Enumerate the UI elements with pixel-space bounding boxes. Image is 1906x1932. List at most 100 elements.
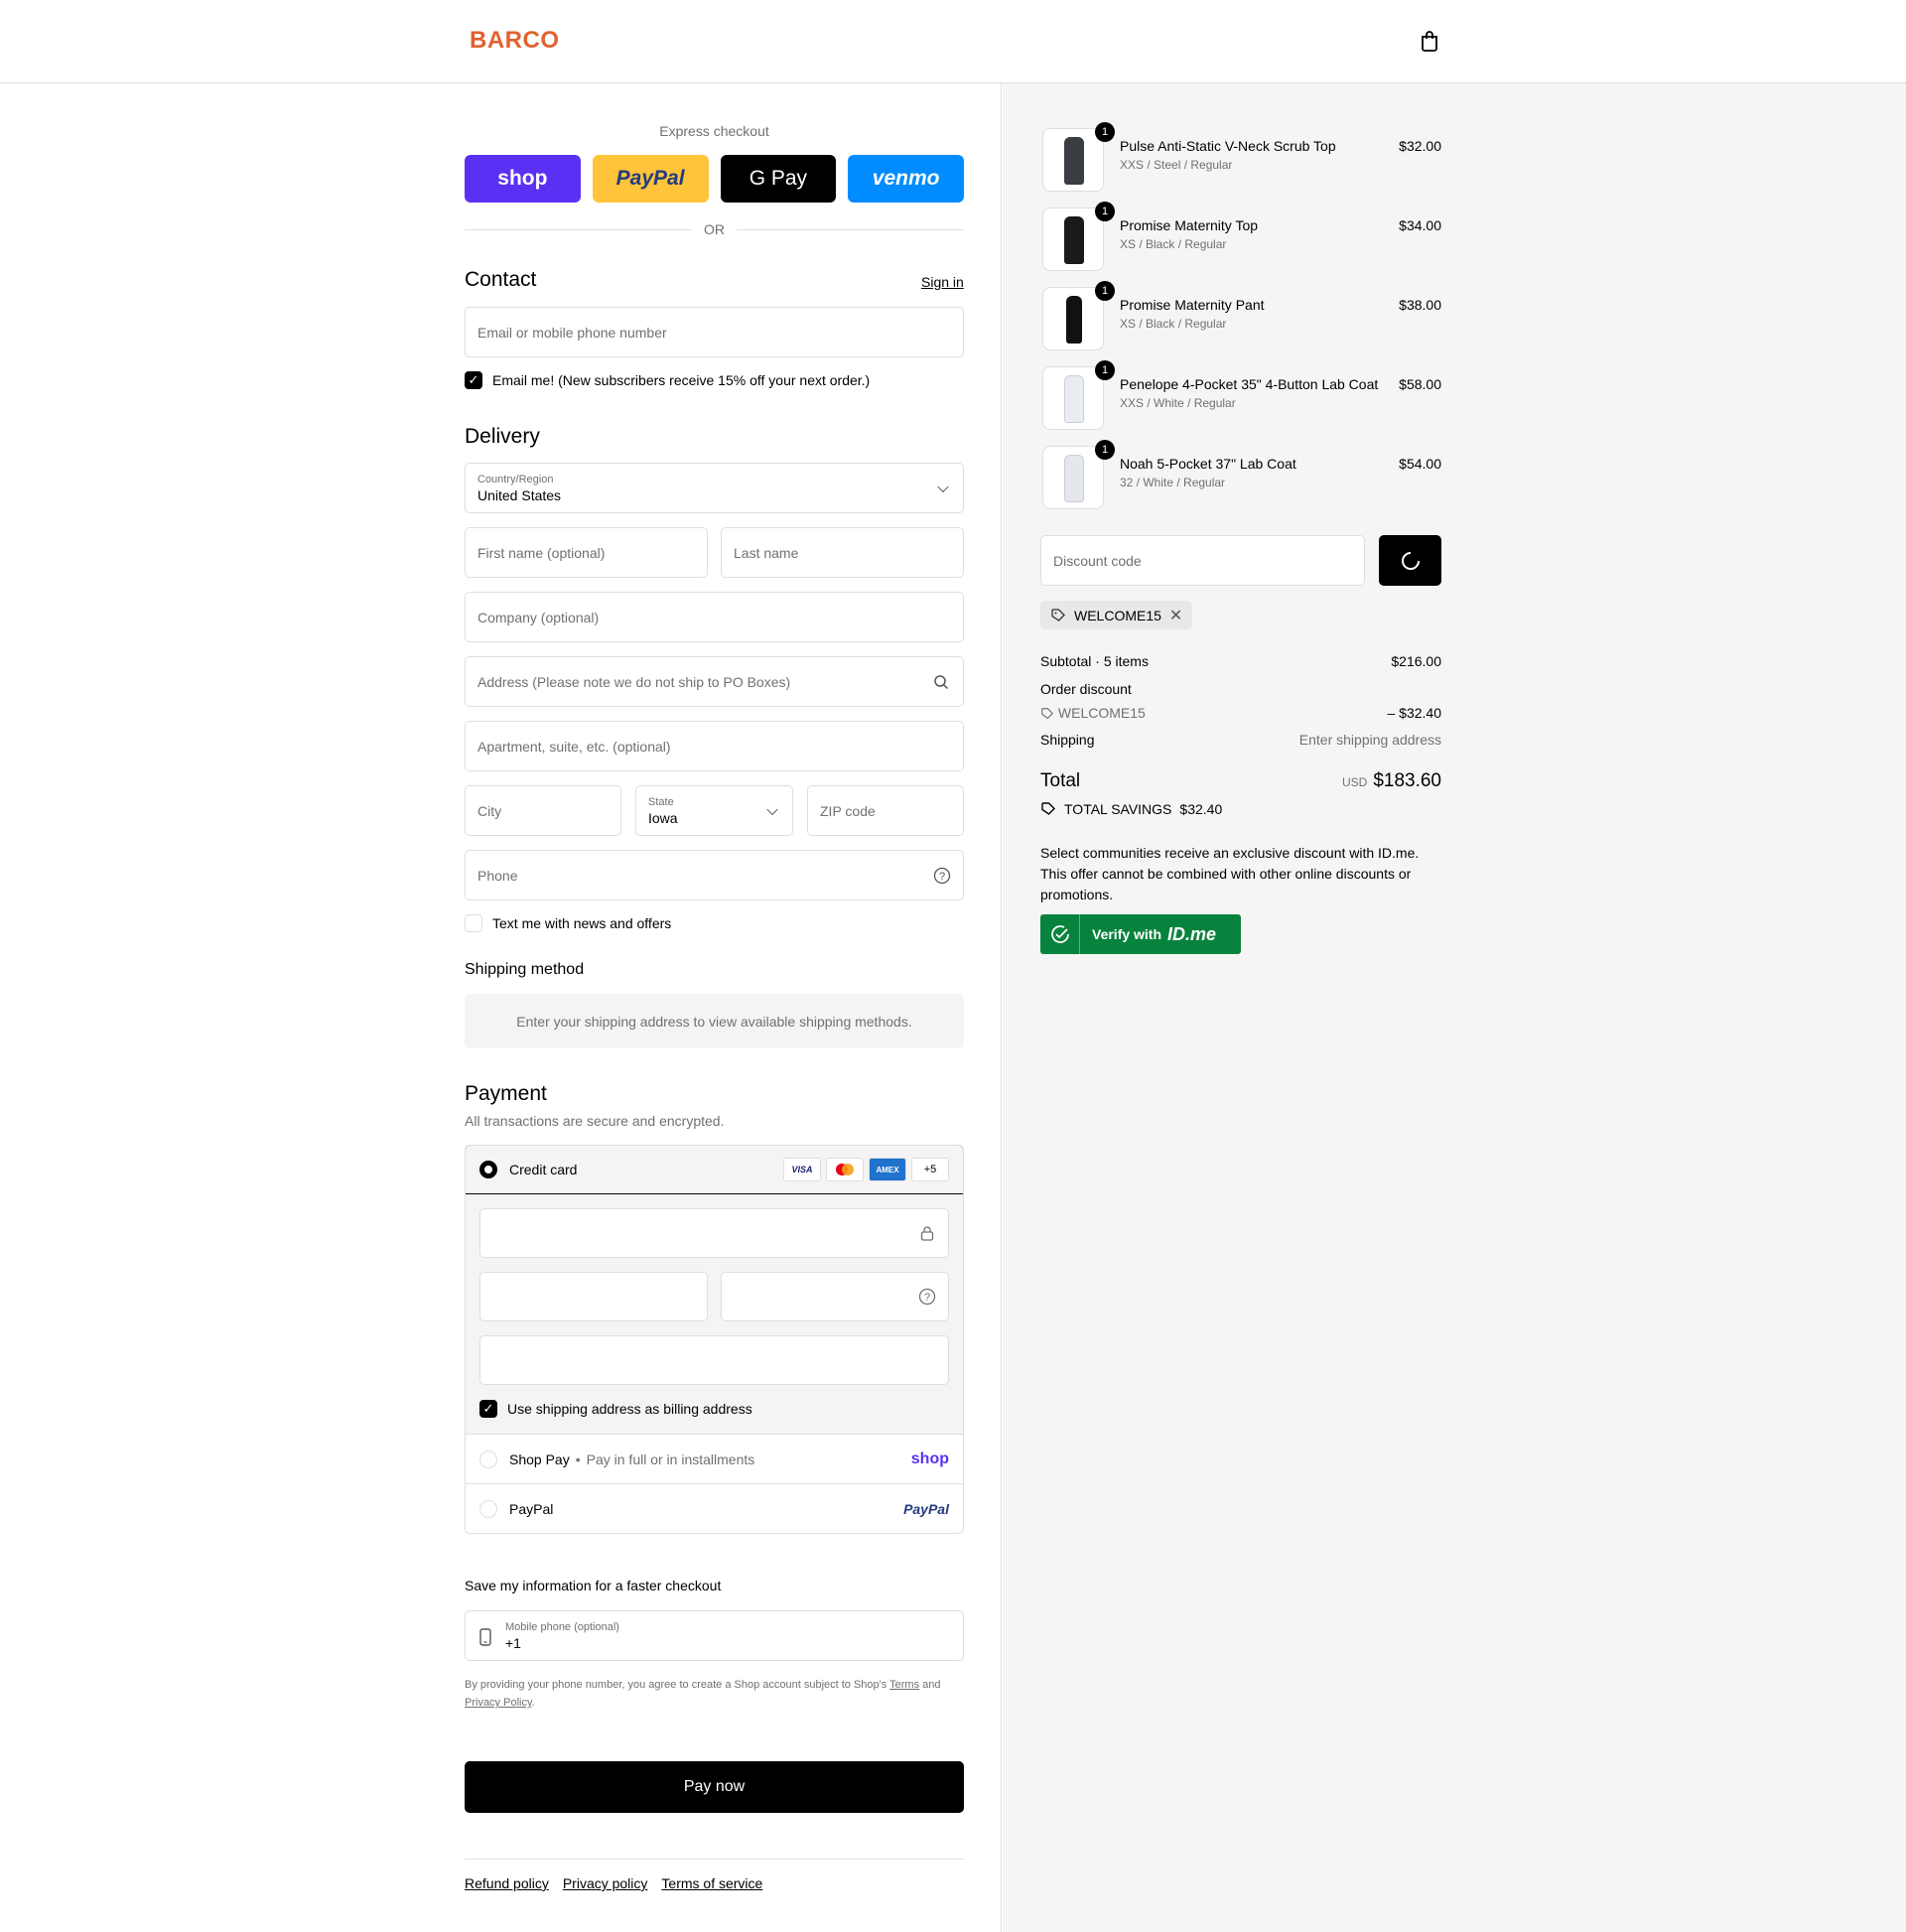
apply-discount-button[interactable] [1379, 535, 1441, 586]
help-icon[interactable]: ? [933, 867, 951, 885]
credit-card-label: Credit card [509, 1162, 578, 1177]
brand-logo[interactable]: BARCO [470, 27, 560, 55]
disclaimer-text: By providing your phone number, you agre… [465, 1679, 887, 1691]
apartment-placeholder: Apartment, suite, etc. (optional) [477, 738, 671, 755]
pay-now-button[interactable]: Pay now [465, 1761, 964, 1813]
expiration-field[interactable] [479, 1272, 708, 1321]
shop-pay-button[interactable]: shop [465, 155, 581, 203]
state-select[interactable]: State Iowa [635, 785, 793, 836]
company-field[interactable]: Company (optional) [465, 592, 964, 642]
name-on-card-field[interactable] [479, 1335, 949, 1385]
svg-text:?: ? [924, 1292, 930, 1304]
email-field[interactable]: Email or mobile phone number [465, 307, 964, 357]
discount-placeholder: Discount code [1053, 552, 1142, 569]
idme-logo: ID.me [1167, 923, 1217, 944]
tag-icon [1041, 802, 1055, 815]
country-value: United States [477, 486, 562, 503]
privacy-policy-link[interactable]: Privacy policy [563, 1875, 648, 1891]
last-name-field[interactable]: Last name [721, 527, 964, 578]
header: BARCO [0, 0, 1906, 83]
currency-label: USD [1341, 775, 1368, 789]
card-logos: VISA AMEX +5 [783, 1158, 949, 1181]
privacy-link[interactable]: Privacy Policy [465, 1697, 532, 1709]
product-thumbnail: 1 [1042, 440, 1115, 509]
item-price: $34.00 [1399, 217, 1441, 233]
item-name: Noah 5-Pocket 37" Lab Coat [1120, 456, 1296, 472]
radio-empty-icon [479, 1499, 497, 1518]
address-field[interactable]: Address (Please note we do not ship to P… [465, 656, 964, 707]
item-name: Promise Maternity Top [1120, 217, 1259, 233]
card-number-field[interactable] [479, 1208, 949, 1258]
disclaimer-period: . [531, 1697, 535, 1709]
email-me-label: Email me! (New subscribers receive 15% o… [492, 372, 871, 388]
shipping-method-heading: Shipping method [465, 961, 585, 978]
venmo-button[interactable]: venmo [848, 155, 964, 203]
lock-icon [920, 1226, 934, 1241]
total-value: $183.60 [1373, 770, 1441, 791]
text-me-checkbox[interactable]: Text me with news and offers [465, 914, 671, 932]
shop-pay-option[interactable]: Shop Pay • Pay in full or in installment… [466, 1434, 963, 1483]
terms-link[interactable]: Terms [889, 1679, 919, 1691]
paypal-button[interactable]: PayPal [592, 155, 709, 203]
separator-dot: • [575, 1450, 581, 1467]
cart-item: 1 Promise Maternity Top XS / Black / Reg… [1040, 202, 1441, 271]
applied-code-label: WELCOME15 [1074, 607, 1161, 623]
paypal-option[interactable]: PayPal PayPal [466, 1483, 963, 1533]
last-name-placeholder: Last name [734, 544, 799, 561]
phone-field[interactable]: Phone ? [465, 850, 964, 900]
quantity-badge: 1 [1095, 281, 1115, 301]
item-variant: XXS / Steel / Regular [1120, 158, 1233, 172]
security-code-field[interactable]: ? [721, 1272, 949, 1321]
item-price: $54.00 [1399, 456, 1441, 472]
state-value: Iowa [648, 809, 678, 826]
total-row: Total USD $183.60 [1040, 770, 1441, 792]
sign-in-link[interactable]: Sign in [921, 274, 964, 290]
mobile-phone-value: +1 [505, 1634, 521, 1651]
cart-item: 1 Promise Maternity Pant XS / Black / Re… [1040, 281, 1441, 350]
google-pay-button[interactable]: G Pay [720, 155, 837, 203]
or-divider: OR [465, 219, 964, 239]
visa-icon: VISA [783, 1158, 821, 1181]
shipping-value: Enter shipping address [1298, 732, 1441, 748]
mobile-phone-icon [479, 1628, 491, 1646]
discount-code-field[interactable]: Discount code [1040, 535, 1365, 586]
check-icon: ✓ [479, 1400, 497, 1418]
credit-card-option[interactable]: Credit card VISA AMEX +5 [466, 1146, 963, 1194]
help-icon[interactable]: ? [918, 1288, 936, 1306]
billing-same-label: Use shipping address as billing address [507, 1401, 752, 1417]
or-label: OR [704, 221, 725, 237]
shopping-bag-icon[interactable] [1420, 30, 1439, 52]
shipping-notice: Enter your shipping address to view avai… [465, 994, 964, 1048]
mobile-phone-field[interactable]: Mobile phone (optional) +1 [465, 1610, 964, 1661]
city-field[interactable]: City [465, 785, 621, 836]
amex-icon: AMEX [869, 1158, 906, 1181]
refund-policy-link[interactable]: Refund policy [465, 1875, 549, 1891]
first-name-field[interactable]: First name (optional) [465, 527, 708, 578]
shop-pay-label: Shop Pay [509, 1450, 570, 1467]
idme-text: Select communities receive an exclusive … [1040, 845, 1420, 902]
country-label: Country/Region [477, 473, 554, 485]
zip-field[interactable]: ZIP code [807, 785, 964, 836]
total-savings-row: TOTAL SAVINGS $32.40 [1040, 801, 1441, 817]
chevron-down-icon [766, 803, 778, 815]
chevron-down-icon [937, 481, 949, 492]
terms-of-service-link[interactable]: Terms of service [661, 1875, 762, 1891]
verify-idme-button[interactable]: Verify with ID.me [1040, 914, 1241, 954]
remove-discount-close-icon[interactable]: ✕ [1169, 606, 1182, 625]
express-checkout-title: Express checkout [659, 123, 769, 139]
phone-disclaimer: By providing your phone number, you agre… [465, 1676, 964, 1712]
billing-same-checkbox[interactable]: ✓ Use shipping address as billing address [479, 1400, 752, 1418]
spinner-icon [1401, 551, 1420, 570]
quantity-badge: 1 [1095, 360, 1115, 380]
mastercard-icon [826, 1158, 864, 1181]
country-select[interactable]: Country/Region United States [465, 463, 964, 513]
item-name: Promise Maternity Pant [1120, 297, 1265, 313]
apartment-field[interactable]: Apartment, suite, etc. (optional) [465, 721, 964, 771]
discount-code-text: WELCOME15 [1057, 705, 1146, 721]
savings-value: $32.40 [1179, 801, 1223, 817]
email-me-checkbox[interactable]: ✓ Email me! (New subscribers receive 15% … [465, 371, 870, 389]
shipping-label: Shipping [1040, 732, 1095, 748]
quantity-badge: 1 [1095, 440, 1115, 460]
email-placeholder: Email or mobile phone number [477, 324, 667, 341]
search-icon [934, 675, 949, 690]
